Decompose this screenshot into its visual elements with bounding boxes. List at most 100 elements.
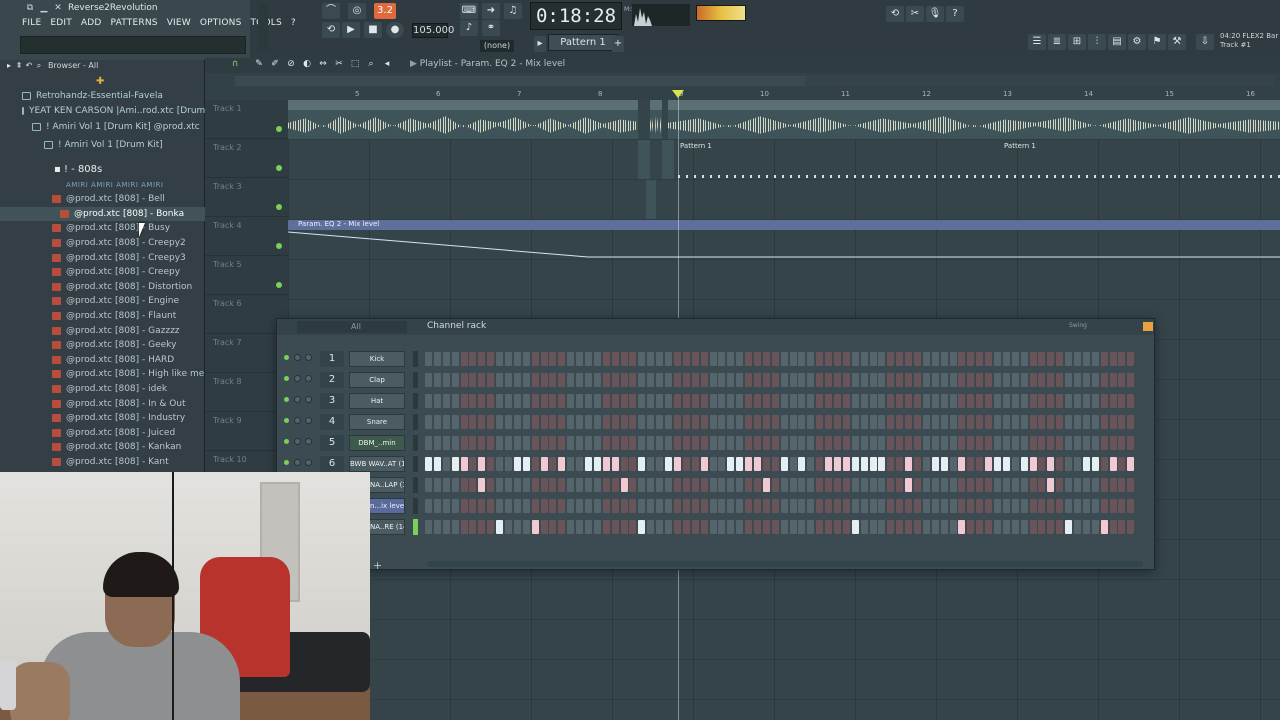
step-button[interactable] xyxy=(949,499,957,513)
rack-options-icon[interactable] xyxy=(1143,322,1153,331)
step-button[interactable] xyxy=(816,520,824,534)
step-button[interactable] xyxy=(967,394,975,408)
step-button[interactable] xyxy=(825,457,833,471)
channel-name-button[interactable]: DBM_..min xyxy=(349,435,405,451)
step-button[interactable] xyxy=(896,352,904,366)
step-button[interactable] xyxy=(967,478,975,492)
step-button[interactable] xyxy=(994,436,1001,450)
step-button[interactable] xyxy=(629,520,637,534)
step-button[interactable] xyxy=(647,499,655,513)
mixer-track-number[interactable]: 2 xyxy=(320,372,344,388)
step-button[interactable] xyxy=(496,457,504,471)
step-button[interactable] xyxy=(922,373,930,387)
channel-select-indicator[interactable] xyxy=(413,498,418,514)
browser-sample[interactable]: @prod.xtc [808] - Busy xyxy=(0,221,205,236)
step-button[interactable] xyxy=(753,352,761,366)
step-button[interactable] xyxy=(593,436,601,450)
step-button[interactable] xyxy=(780,373,788,387)
step-button[interactable] xyxy=(682,436,690,450)
step-button[interactable] xyxy=(558,373,566,387)
step-button[interactable] xyxy=(727,520,735,534)
step-button[interactable] xyxy=(1056,436,1064,450)
step-button[interactable] xyxy=(851,520,859,534)
audio-clip-slice[interactable] xyxy=(650,100,662,139)
step-button[interactable] xyxy=(1074,478,1082,492)
step-button[interactable] xyxy=(860,415,868,429)
step-button[interactable] xyxy=(469,436,477,450)
step-button[interactable] xyxy=(665,415,673,429)
step-button[interactable] xyxy=(940,394,948,408)
step-button[interactable] xyxy=(700,436,708,450)
browser-sample[interactable]: @prod.xtc [808] - idek xyxy=(0,382,205,397)
step-button[interactable] xyxy=(576,436,584,450)
step-button[interactable] xyxy=(540,478,548,492)
step-button[interactable] xyxy=(1002,499,1010,513)
step-button[interactable] xyxy=(487,457,495,471)
step-button[interactable] xyxy=(1074,436,1082,450)
step-button[interactable] xyxy=(967,457,975,471)
step-button[interactable] xyxy=(709,373,717,387)
browser-folder[interactable]: ! Amiri Vol 1 [Drum Kit] xyxy=(0,135,205,155)
step-button[interactable] xyxy=(931,373,939,387)
step-button[interactable] xyxy=(976,436,984,450)
channel-mute-led[interactable] xyxy=(284,376,289,381)
step-button[interactable] xyxy=(922,478,930,492)
step-button[interactable] xyxy=(673,352,681,366)
step-button[interactable] xyxy=(931,394,939,408)
step-button[interactable] xyxy=(905,436,913,450)
step-button[interactable] xyxy=(505,520,513,534)
step-button[interactable] xyxy=(638,457,646,471)
step-button[interactable] xyxy=(709,499,717,513)
play-button[interactable]: ▶ xyxy=(342,22,360,38)
step-button[interactable] xyxy=(513,373,521,387)
step-button[interactable] xyxy=(513,457,521,471)
step-button[interactable] xyxy=(1118,352,1126,366)
step-button[interactable] xyxy=(967,436,975,450)
step-button[interactable] xyxy=(585,436,593,450)
step-button[interactable] xyxy=(994,499,1001,513)
step-button[interactable] xyxy=(825,373,833,387)
step-button[interactable] xyxy=(620,520,628,534)
step-button[interactable] xyxy=(958,457,966,471)
step-button[interactable] xyxy=(487,520,495,534)
step-edit-icon[interactable]: ➜ xyxy=(482,3,500,19)
step-button[interactable] xyxy=(869,520,877,534)
step-button[interactable] xyxy=(771,478,779,492)
volume-knob[interactable] xyxy=(305,396,312,403)
step-button[interactable] xyxy=(1091,520,1099,534)
step-button[interactable] xyxy=(905,352,913,366)
step-button[interactable] xyxy=(1038,520,1046,534)
step-button[interactable] xyxy=(505,352,513,366)
step-button[interactable] xyxy=(460,436,468,450)
step-button[interactable] xyxy=(718,478,726,492)
step-button[interactable] xyxy=(629,352,637,366)
step-button[interactable] xyxy=(860,499,868,513)
step-button[interactable] xyxy=(647,373,655,387)
step-button[interactable] xyxy=(1038,457,1046,471)
step-button[interactable] xyxy=(896,415,904,429)
step-button[interactable] xyxy=(1127,394,1135,408)
step-button[interactable] xyxy=(851,436,859,450)
browser-folder[interactable]: ! Amiri Vol 1 [Drum Kit] @prod.xtc xyxy=(0,119,205,135)
step-button[interactable] xyxy=(433,352,441,366)
step-button[interactable] xyxy=(531,499,539,513)
step-button[interactable] xyxy=(620,394,628,408)
step-button[interactable] xyxy=(451,415,459,429)
step-button[interactable] xyxy=(629,499,637,513)
step-button[interactable] xyxy=(976,499,984,513)
step-button[interactable] xyxy=(496,478,504,492)
step-button[interactable] xyxy=(798,499,806,513)
step-button[interactable] xyxy=(1011,373,1019,387)
step-button[interactable] xyxy=(913,415,921,429)
step-button[interactable] xyxy=(789,520,797,534)
step-button[interactable] xyxy=(985,520,993,534)
step-button[interactable] xyxy=(958,352,966,366)
step-button[interactable] xyxy=(878,520,886,534)
step-button[interactable] xyxy=(780,394,788,408)
step-button[interactable] xyxy=(727,373,735,387)
step-button[interactable] xyxy=(602,415,610,429)
step-button[interactable] xyxy=(1100,478,1108,492)
step-button[interactable] xyxy=(762,499,770,513)
step-button[interactable] xyxy=(896,499,904,513)
step-button[interactable] xyxy=(985,436,993,450)
